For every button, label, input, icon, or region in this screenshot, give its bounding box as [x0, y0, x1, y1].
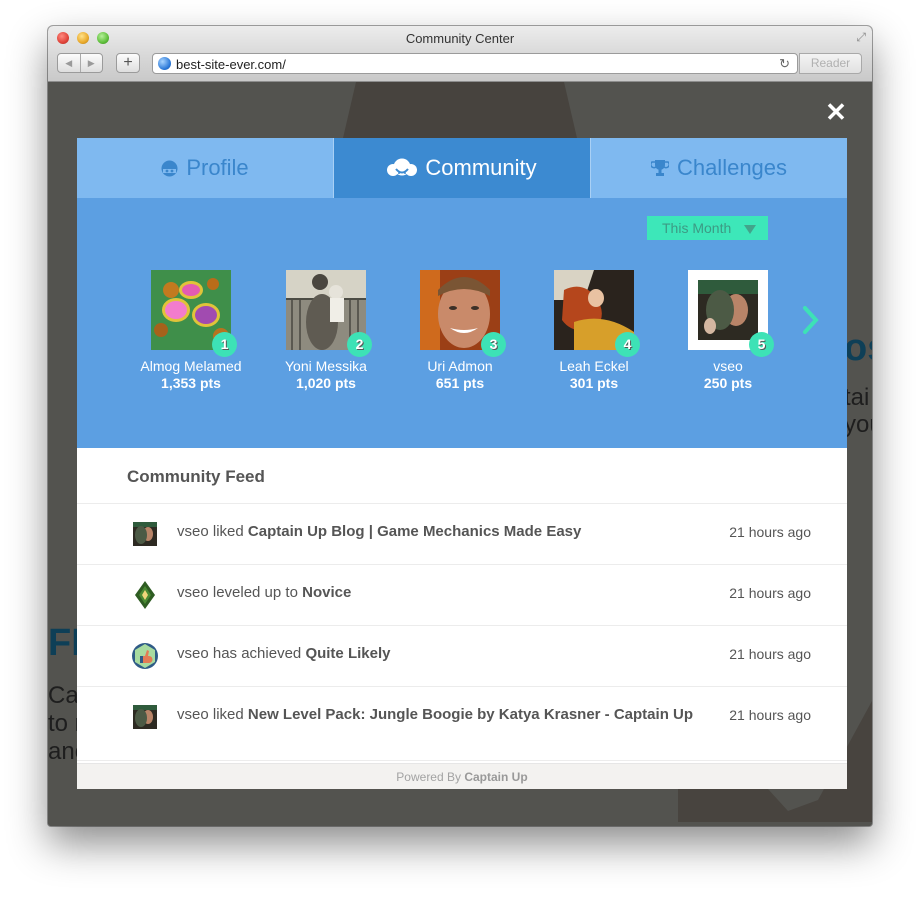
feed-user[interactable]: vseo	[177, 584, 209, 601]
feed-time: 21 hours ago	[729, 524, 811, 540]
background-text: tai you	[844, 384, 872, 438]
leader-points: 301 pts	[569, 375, 619, 391]
forward-button[interactable]: ▶	[81, 54, 103, 72]
address-bar[interactable]: best-site-ever.com/ ↻	[152, 53, 798, 74]
leader-points: 1,353 pts	[161, 375, 221, 391]
rank-badge: 4	[615, 332, 640, 357]
tab-bar: Profile Community Challenges	[77, 138, 847, 198]
feed-user[interactable]: vseo	[177, 645, 209, 662]
feed-item[interactable]: vseo liked New Level Pack: Jungle Boogie…	[77, 687, 847, 761]
user-avatar-icon	[133, 522, 157, 546]
tab-profile[interactable]: Profile	[77, 138, 333, 198]
face-icon	[161, 160, 178, 176]
period-dropdown[interactable]: This Month	[647, 216, 768, 240]
feed-action: has achieved	[212, 645, 302, 662]
leader-item[interactable]: 1 Almog Melamed 1,353 pts	[126, 270, 256, 391]
caret-down-icon	[744, 225, 756, 234]
feed-target[interactable]: Quite Likely	[305, 645, 390, 662]
back-button[interactable]: ◀	[58, 54, 81, 72]
powered-by-brand-link[interactable]: Captain Up	[464, 770, 527, 784]
leader-name: Almog Melamed	[140, 358, 242, 374]
trophy-icon	[650, 160, 669, 176]
feed-action: leveled up to	[212, 584, 298, 601]
leader-name: Leah Eckel	[559, 358, 629, 374]
leader-name: vseo	[713, 358, 743, 374]
feed-action: liked	[212, 523, 244, 540]
tab-label: Profile	[186, 155, 249, 180]
feed-time: 21 hours ago	[729, 646, 811, 662]
page-content: os tai you FL Cap to r anc ✕ Profil	[48, 82, 872, 826]
feed-item[interactable]: vseo has achieved Quite Likely 21 hours …	[77, 626, 847, 687]
back-forward-buttons: ◀ ▶	[57, 53, 103, 73]
reload-icon[interactable]: ↻	[779, 56, 790, 72]
leader-item[interactable]: 5 vseo 250 pts	[663, 270, 793, 391]
tab-label: Community	[425, 155, 537, 180]
powered-by-footer: Powered By Captain Up	[77, 763, 847, 789]
leader-name: Yoni Messika	[285, 358, 367, 374]
tab-community[interactable]: Community	[333, 138, 590, 198]
rank-badge: 1	[212, 332, 237, 357]
url-text[interactable]: best-site-ever.com/	[176, 57, 286, 72]
window-title: Community Center	[405, 31, 515, 46]
community-modal: Profile Community Challenges This Month …	[77, 138, 847, 789]
add-bookmark-button[interactable]: +	[116, 53, 140, 73]
leader-name: Uri Admon	[427, 358, 493, 374]
background-heading: os	[844, 327, 872, 369]
community-icon	[387, 158, 418, 176]
feed-title: Community Feed	[77, 448, 847, 504]
rank-badge: 3	[481, 332, 506, 357]
fullscreen-icon[interactable]: ⤢	[856, 30, 866, 45]
leader-item[interactable]: 4 Leah Eckel 301 pts	[529, 270, 659, 391]
chevron-right-icon[interactable]	[801, 305, 821, 335]
leader-points: 1,020 pts	[296, 375, 356, 391]
user-avatar-icon	[133, 705, 157, 729]
background-line: you	[844, 411, 872, 438]
feed-target[interactable]: New Level Pack: Jungle Boogie by Katya K…	[248, 706, 693, 723]
reader-button[interactable]: Reader	[799, 53, 862, 74]
feed-user[interactable]: vseo	[177, 523, 209, 540]
tab-challenges[interactable]: Challenges	[590, 138, 847, 198]
avatar-photo	[698, 280, 758, 340]
leader-points: 250 pts	[703, 375, 753, 391]
rank-badge: 2	[347, 332, 372, 357]
leader-item[interactable]: 2 Yoni Messika 1,020 pts	[261, 270, 391, 391]
browser-window: Community Center ⤢ ◀ ▶ + best-site-ever.…	[48, 26, 872, 826]
rank-badge: 5	[749, 332, 774, 357]
close-icon[interactable]: ✕	[824, 99, 848, 125]
title-bar: Community Center ⤢ ◀ ▶ + best-site-ever.…	[48, 26, 872, 82]
globe-icon	[158, 57, 171, 70]
feed-user[interactable]: vseo	[177, 706, 209, 723]
feed-target[interactable]: Captain Up Blog | Game Mechanics Made Ea…	[248, 523, 581, 540]
powered-by-label: Powered By	[396, 770, 461, 784]
feed-target[interactable]: Novice	[302, 584, 351, 601]
feed-item[interactable]: vseo leveled up to Novice 21 hours ago	[77, 565, 847, 626]
leaderboard: This Month 1 Almog Melamed 1,353 pts 2 Y…	[77, 198, 847, 448]
period-selected: This Month	[662, 220, 732, 236]
level-badge-icon	[135, 581, 155, 609]
feed-item[interactable]: vseo liked Captain Up Blog | Game Mechan…	[77, 504, 847, 565]
background-line: tai	[844, 384, 870, 411]
leader-points: 651 pts	[435, 375, 485, 391]
leader-item[interactable]: 3 Uri Admon 651 pts	[395, 270, 525, 391]
feed-action: liked	[212, 706, 244, 723]
tab-label: Challenges	[676, 155, 788, 180]
achievement-badge-icon	[132, 643, 158, 669]
feed-time: 21 hours ago	[729, 585, 811, 601]
feed-time: 21 hours ago	[729, 707, 811, 723]
